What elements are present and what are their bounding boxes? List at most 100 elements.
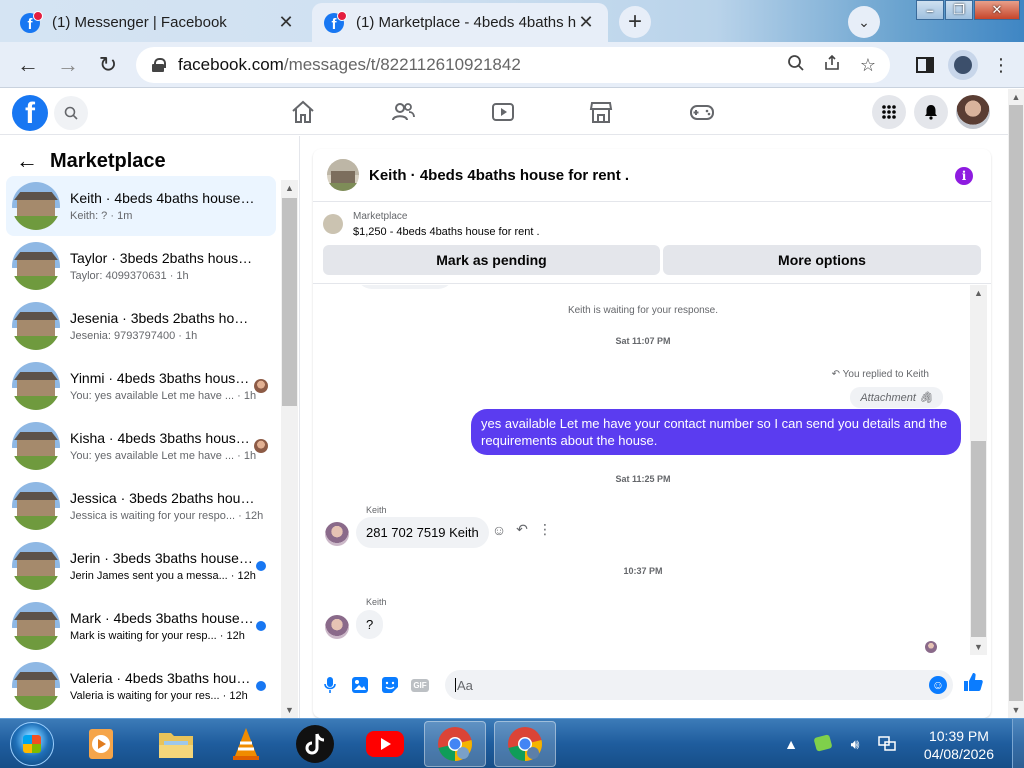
vlc-icon[interactable] <box>215 721 277 767</box>
scroll-down-arrow-icon[interactable]: ▼ <box>1008 702 1024 718</box>
close-tab-icon[interactable]: ✕ <box>276 12 296 33</box>
listing-thumbnail <box>12 242 60 290</box>
mark-as-pending-button[interactable]: Mark as pending <box>323 245 660 275</box>
scroll-up-arrow-icon[interactable]: ▲ <box>1008 89 1024 105</box>
conversation-item[interactable]: Taylor · 3beds 2baths house fo... Taylor:… <box>6 236 276 296</box>
profile-avatar-icon[interactable] <box>948 50 978 80</box>
listing-small-thumbnail <box>323 214 343 234</box>
reload-icon[interactable]: ↻ <box>94 52 122 80</box>
conversation-item[interactable]: Valeria · 4beds 3baths house ... Valeria … <box>6 656 276 716</box>
conversation-item[interactable]: Jessica · 3beds 2baths house f... Jessica… <box>6 476 276 536</box>
scrollbar-thumb[interactable] <box>971 441 986 637</box>
start-button[interactable] <box>10 722 54 766</box>
show-desktop-button[interactable] <box>1012 719 1024 768</box>
conversation-item[interactable]: Mark · 4beds 3baths house f... Mark is wa… <box>6 596 276 656</box>
sender-name: Keith <box>366 505 387 515</box>
scroll-up-arrow-icon[interactable]: ▲ <box>281 180 298 196</box>
more-menu-icon[interactable]: ⋮ <box>986 50 1016 80</box>
page-scrollbar[interactable]: ▲ ▼ <box>1008 89 1024 718</box>
incoming-message-bubble[interactable]: 281 702 7519 Keith <box>356 517 489 548</box>
tab-messenger[interactable]: f (1) Messenger | Facebook ✕ <box>8 3 308 42</box>
friends-icon[interactable] <box>390 99 416 125</box>
sender-avatar[interactable] <box>325 522 349 546</box>
notifications-bell-icon[interactable] <box>914 95 948 129</box>
network-icon[interactable] <box>876 734 898 755</box>
facebook-logo-icon[interactable]: f <box>12 95 48 131</box>
address-bar[interactable]: facebook.com/messages/t/822112610921842 … <box>136 47 890 83</box>
chrome-window-2-icon[interactable] <box>494 721 556 767</box>
scroll-down-arrow-icon[interactable]: ▼ <box>970 639 987 655</box>
back-arrow-icon[interactable]: ← <box>14 52 42 80</box>
react-emoji-icon[interactable]: ☺ <box>489 522 509 538</box>
conversation-item[interactable]: Yinmi · 4beds 3baths house ... You: yes a… <box>6 356 276 416</box>
maximize-button[interactable]: ❐ <box>945 0 973 20</box>
incoming-message-bubble[interactable]: ? <box>356 610 384 639</box>
listing-thumbnail[interactable] <box>327 159 359 191</box>
scrollbar-thumb[interactable] <box>1009 105 1023 701</box>
bookmark-star-icon[interactable]: ☆ <box>854 55 882 76</box>
file-explorer-icon[interactable] <box>145 721 207 767</box>
thumbs-up-icon[interactable] <box>963 672 983 698</box>
watch-video-icon[interactable] <box>490 99 516 125</box>
conversation-item[interactable]: Jesenia · 3beds 2baths house f... Jesenia… <box>6 296 276 356</box>
zoom-icon[interactable] <box>782 54 810 77</box>
conversation-snippet: You: yes available Let me have ... · 1h <box>70 390 257 402</box>
scroll-up-arrow-icon[interactable]: ▲ <box>970 285 987 301</box>
conversation-meta: Yinmi · 4beds 3baths house ... You: yes a… <box>70 370 276 402</box>
home-icon[interactable] <box>290 99 316 125</box>
conversation-list-scrollbar[interactable]: ▲ ▼ <box>281 180 298 718</box>
seen-avatar <box>254 379 268 393</box>
info-icon[interactable]: i <box>955 167 973 185</box>
tiktok-icon[interactable] <box>284 721 346 767</box>
battery-icon[interactable] <box>812 734 834 755</box>
side-panel-icon[interactable] <box>910 50 940 80</box>
chat-title[interactable]: Keith · 4beds 4baths house for rent . <box>369 167 629 184</box>
show-hidden-icons-icon[interactable]: ▲ <box>780 736 802 752</box>
new-tab-button[interactable]: + <box>619 6 651 38</box>
sticker-icon[interactable] <box>379 674 401 696</box>
more-options-button[interactable]: More options <box>663 245 981 275</box>
message-input[interactable]: Aa ☺ <box>445 670 953 700</box>
search-icon[interactable] <box>54 96 88 130</box>
chat-panel: Keith · 4beds 4baths house for rent . i … <box>313 149 991 718</box>
clock-date: 04/08/2026 <box>923 746 994 762</box>
tab-search-button[interactable]: ⌄ <box>848 6 880 38</box>
facebook-favicon-icon: f <box>20 10 43 33</box>
emoji-icon[interactable]: ☺ <box>929 676 947 694</box>
minimize-button[interactable]: – <box>916 0 944 20</box>
listing-thumbnail <box>12 302 60 350</box>
listing-price[interactable]: $1,250 - 4beds 4baths house for rent . <box>353 226 540 238</box>
media-player-icon[interactable] <box>70 721 132 767</box>
reply-icon[interactable]: ↶ <box>512 521 532 538</box>
gif-icon[interactable]: GIF <box>409 674 431 696</box>
message-thread-scrollbar[interactable]: ▲ ▼ <box>970 285 987 655</box>
close-tab-icon[interactable]: ✕ <box>576 12 596 33</box>
marketplace-icon[interactable] <box>588 99 614 125</box>
scrollbar-thumb[interactable] <box>282 198 297 406</box>
tab-marketplace[interactable]: f (1) Marketplace - 4beds 4baths h ✕ <box>312 3 608 42</box>
youtube-icon[interactable] <box>354 721 416 767</box>
attachment-reply-preview[interactable]: Attachment 🖇 <box>850 387 943 408</box>
share-icon[interactable] <box>818 54 846 77</box>
conversation-item[interactable]: Kisha · 4beds 3baths house f... You: yes … <box>6 416 276 476</box>
conversation-item[interactable]: Keith · 4beds 4baths house for ... Keith:… <box>6 176 276 236</box>
taskbar-clock[interactable]: 10:39 PM 04/08/2026 <box>924 727 994 763</box>
photo-icon[interactable] <box>349 674 371 696</box>
menu-grid-icon[interactable] <box>872 95 906 129</box>
conversation-meta: Jesenia · 3beds 2baths house f... Jesenia… <box>70 310 276 342</box>
windows-taskbar: ▲ 🔊︎ 10:39 PM 04/08/2026 <box>0 718 1024 768</box>
conversation-item[interactable]: Jerin · 3beds 3baths house fo... Jerin Ja… <box>6 536 276 596</box>
window-close-button[interactable]: ✕ <box>974 0 1020 20</box>
outgoing-message-bubble[interactable]: yes available Let me have your contact n… <box>471 409 961 455</box>
sender-avatar[interactable] <box>325 615 349 639</box>
volume-icon[interactable]: 🔊︎ <box>844 736 866 753</box>
gaming-icon[interactable] <box>688 99 716 125</box>
account-avatar[interactable] <box>956 95 990 129</box>
back-arrow-icon[interactable]: ← <box>16 148 38 174</box>
more-actions-icon[interactable]: ⋮ <box>535 521 555 538</box>
system-tray: ▲ 🔊︎ <box>780 719 908 768</box>
forward-arrow-icon[interactable]: → <box>54 52 82 80</box>
chrome-window-1-icon[interactable] <box>424 721 486 767</box>
scroll-down-arrow-icon[interactable]: ▼ <box>281 702 298 718</box>
microphone-icon[interactable] <box>319 674 341 696</box>
